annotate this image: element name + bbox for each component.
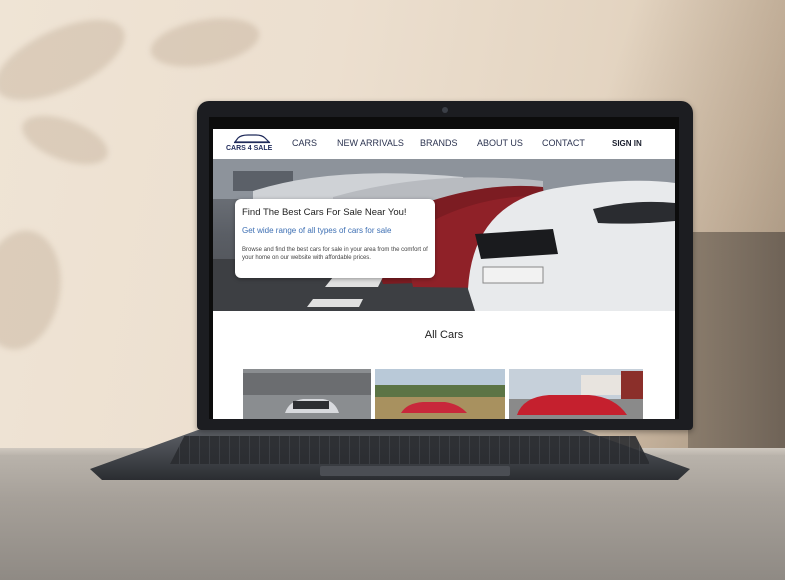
hero-subtitle: Get wide range of all types of cars for …	[242, 226, 392, 235]
nav-brands[interactable]: BRANDS	[420, 138, 458, 148]
background-block	[688, 232, 785, 462]
hero-card: Find The Best Cars For Sale Near You! Ge…	[235, 199, 435, 278]
car-thumbnail[interactable]	[509, 369, 643, 419]
laptop-lid: CARS 4 SALE CARS NEW ARRIVALS BRANDS ABO…	[197, 101, 693, 430]
webcam-icon	[442, 107, 448, 113]
car-thumbnail[interactable]	[243, 369, 371, 419]
website: CARS 4 SALE CARS NEW ARRIVALS BRANDS ABO…	[213, 129, 675, 419]
site-navbar: CARS 4 SALE CARS NEW ARRIVALS BRANDS ABO…	[213, 129, 675, 159]
hero-title: Find The Best Cars For Sale Near You!	[242, 207, 407, 218]
hero-banner: Find The Best Cars For Sale Near You! Ge…	[213, 159, 675, 311]
nav-contact[interactable]: CONTACT	[542, 138, 585, 148]
hero-description: Browse and find the best cars for sale i…	[242, 247, 428, 261]
all-cars-heading: All Cars	[424, 329, 464, 341]
car-thumbnail[interactable]	[375, 369, 505, 419]
nav-about-us[interactable]: ABOUT US	[477, 138, 523, 148]
sign-in-link[interactable]: SIGN IN	[612, 139, 642, 148]
laptop-screen: CARS 4 SALE CARS NEW ARRIVALS BRANDS ABO…	[209, 117, 679, 419]
site-logo[interactable]: CARS 4 SALE	[226, 131, 278, 157]
laptop-keyboard	[170, 436, 650, 464]
photo-scene: CARS 4 SALE CARS NEW ARRIVALS BRANDS ABO…	[0, 0, 785, 580]
nav-new-arrivals[interactable]: NEW ARRIVALS	[337, 138, 404, 148]
nav-cars[interactable]: CARS	[292, 138, 317, 148]
car-photo-garage	[243, 369, 371, 419]
logo-text: CARS 4 SALE	[226, 145, 273, 152]
car-photo-street	[509, 369, 643, 419]
car-logo-icon	[233, 134, 271, 144]
laptop-trackpad	[320, 466, 510, 476]
car-photo-field	[375, 369, 505, 419]
